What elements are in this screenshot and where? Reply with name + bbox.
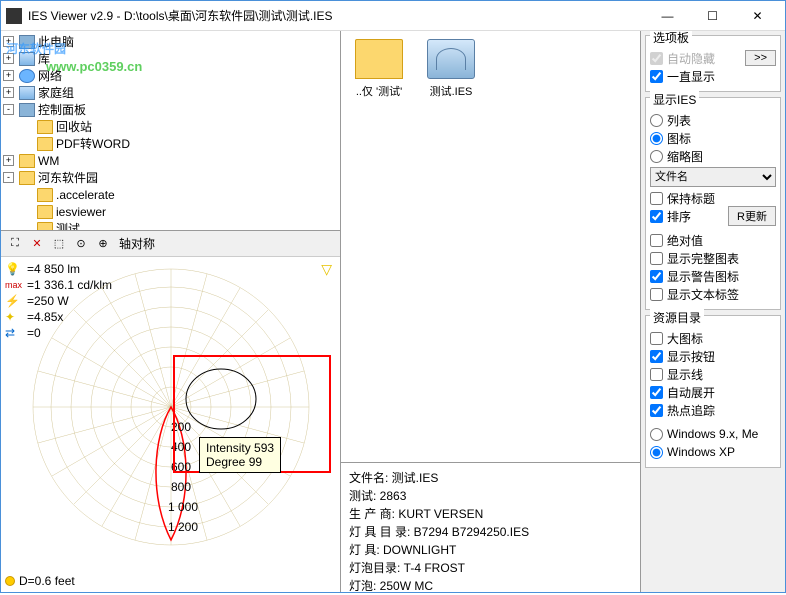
keep-title-checkbox[interactable] xyxy=(650,192,663,205)
hotspot-checkbox[interactable] xyxy=(650,404,663,417)
folder-icon xyxy=(19,171,35,185)
view-thumb-radio[interactable] xyxy=(650,150,663,163)
tree-item[interactable]: +WM xyxy=(3,152,338,169)
options-expand-button[interactable]: >> xyxy=(745,50,776,66)
maximize-button[interactable]: ☐ xyxy=(690,2,735,30)
folder-icon xyxy=(37,120,53,134)
abs-checkbox[interactable] xyxy=(650,234,663,247)
pc-icon xyxy=(19,35,35,49)
svg-text:800: 800 xyxy=(171,480,191,494)
folder-tree[interactable]: 河东软件园 www.pc0359.cn +此电脑+库+网络+家庭组-控制面板回收… xyxy=(1,31,340,231)
folder-icon xyxy=(37,205,53,219)
tool-icon-2[interactable]: ⬚ xyxy=(49,234,69,254)
polar-toolbar: ⛶ ✕ ⬚ ⊙ ⊕ 轴对称 xyxy=(1,231,340,257)
tree-item[interactable]: .accelerate xyxy=(3,186,338,203)
app-icon xyxy=(6,8,22,24)
tree-item[interactable]: 回收站 xyxy=(3,118,338,135)
expand-icon[interactable]: ⛶ xyxy=(5,234,25,254)
tree-item[interactable]: +库 xyxy=(3,50,338,67)
close-button[interactable]: ✕ xyxy=(735,2,780,30)
tool-icon-3[interactable]: ⊙ xyxy=(71,234,91,254)
show-btn-checkbox[interactable] xyxy=(650,350,663,363)
folder-icon xyxy=(355,39,403,79)
folder-icon xyxy=(19,154,35,168)
file-browser[interactable]: ..仅 '测试' 测试.IES xyxy=(341,31,640,462)
folder-icon xyxy=(37,222,53,232)
text-label-checkbox[interactable] xyxy=(650,288,663,301)
tree-item[interactable]: +网络 xyxy=(3,67,338,84)
ies-file-icon xyxy=(427,39,475,79)
tree-toggle[interactable]: + xyxy=(3,87,14,98)
file-item-folder[interactable]: ..仅 '测试' xyxy=(349,39,409,99)
tool-icon-1[interactable]: ✕ xyxy=(27,234,47,254)
polar-chart[interactable]: 💡=4 850 lm max=1 336.1 cd/klm ⚡=250 W ✦=… xyxy=(1,257,340,592)
tree-item[interactable]: +家庭组 xyxy=(3,84,338,101)
lib-icon xyxy=(19,86,35,100)
tree-toggle[interactable]: + xyxy=(3,70,14,81)
show-line-checkbox[interactable] xyxy=(650,368,663,381)
tree-item[interactable]: PDF转WORD xyxy=(3,135,338,152)
tree-item[interactable]: -控制面板 xyxy=(3,101,338,118)
file-item-ies[interactable]: 测试.IES xyxy=(421,39,481,99)
tree-toggle[interactable]: - xyxy=(3,104,14,115)
tool-icon-4[interactable]: ⊕ xyxy=(93,234,113,254)
auto-hide-checkbox xyxy=(650,52,663,65)
big-icon-checkbox[interactable] xyxy=(650,332,663,345)
tree-toggle[interactable]: + xyxy=(3,36,14,47)
svg-text:1 000: 1 000 xyxy=(168,500,198,514)
lib-icon xyxy=(19,52,35,66)
chart-tooltip: Intensity 593 Degree 99 xyxy=(199,437,281,473)
tree-item[interactable]: iesviewer xyxy=(3,203,338,220)
pc-icon xyxy=(19,103,35,117)
folder-icon xyxy=(37,188,53,202)
minimize-button[interactable]: — xyxy=(645,2,690,30)
view-icon-radio[interactable] xyxy=(650,132,663,145)
tree-item[interactable]: +此电脑 xyxy=(3,33,338,50)
folder-icon xyxy=(37,137,53,151)
window-title: IES Viewer v2.9 - D:\tools\桌面\河东软件园\测试\测… xyxy=(28,7,645,24)
full-chart-checkbox[interactable] xyxy=(650,252,663,265)
always-show-checkbox[interactable] xyxy=(650,70,663,83)
tree-toggle[interactable]: - xyxy=(3,172,14,183)
sort-checkbox[interactable] xyxy=(650,210,663,223)
win9x-radio[interactable] xyxy=(650,428,663,441)
sort-field-select[interactable]: 文件名 xyxy=(650,167,776,187)
refresh-button[interactable]: R更新 xyxy=(728,206,776,226)
view-list-radio[interactable] xyxy=(650,114,663,127)
warn-icon-checkbox[interactable] xyxy=(650,270,663,283)
symmetry-label: 轴对称 xyxy=(119,235,155,252)
tree-item[interactable]: 测试 xyxy=(3,220,338,231)
winxp-radio[interactable] xyxy=(650,446,663,459)
options-sidebar: 选项板 自动隐藏 >> 一直显示 显示IES 列表 图标 缩略图 文件名 保持标… xyxy=(640,31,785,592)
tree-toggle[interactable]: + xyxy=(3,53,14,64)
tree-toggle[interactable]: + xyxy=(3,155,14,166)
svg-text:1 200: 1 200 xyxy=(168,520,198,534)
distance-readout: D=0.6 feet xyxy=(5,574,75,588)
file-info: 文件名: 测试.IES测试: 2863生 产 商: KURT VERSEN 灯 … xyxy=(341,462,640,592)
tree-item[interactable]: -河东软件园 xyxy=(3,169,338,186)
net-icon xyxy=(19,69,35,83)
auto-expand-checkbox[interactable] xyxy=(650,386,663,399)
